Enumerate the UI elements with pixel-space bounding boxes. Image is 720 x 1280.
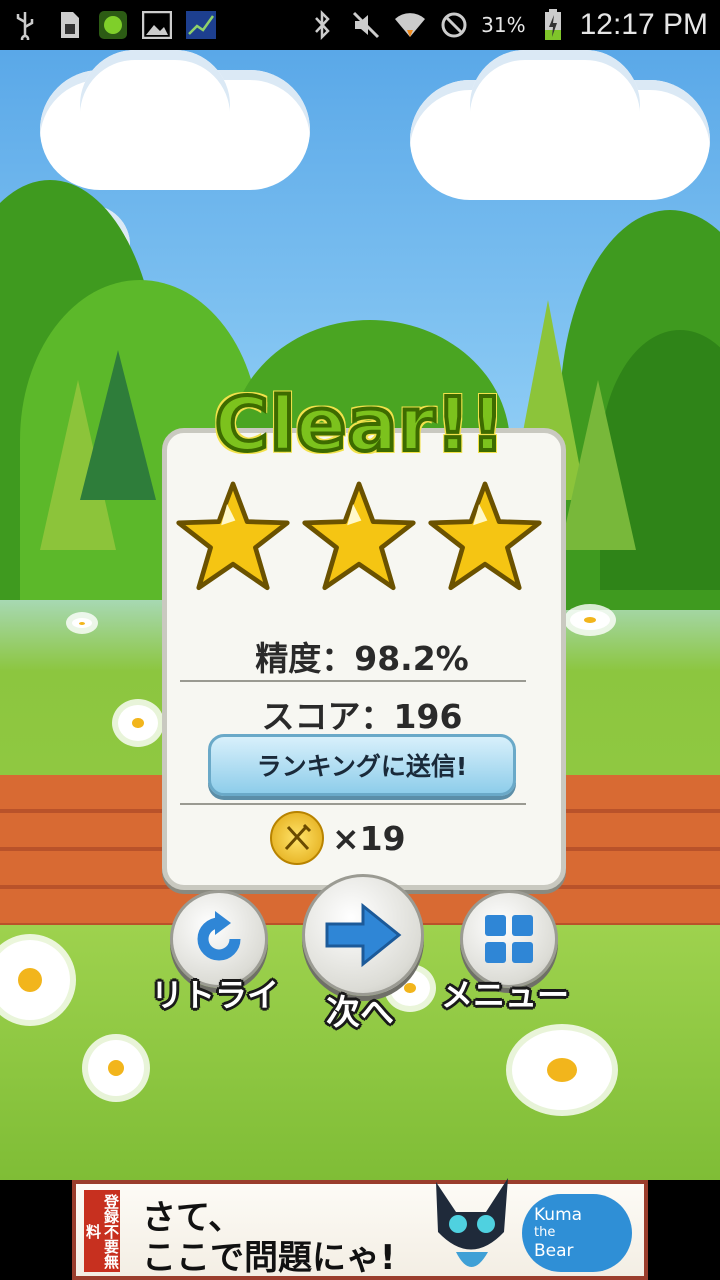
cloud [80,50,230,160]
ad-line-2: ここで問題にゃ! [142,1238,396,1278]
ad-logo-line: Kuma [534,1205,583,1225]
coin-count: ×19 [332,818,406,858]
cloud [470,50,640,160]
usb-icon [8,10,42,40]
daisy-flower [72,618,92,628]
ad-free-badge: 登録不要無料 [84,1190,120,1272]
star-icon [302,481,416,591]
ad-logo-line: Bear [534,1241,574,1261]
retry-label[interactable]: リトライ [150,970,280,1016]
battery-charging-icon [536,9,570,40]
ad-banner[interactable]: 登録不要無料 さて、 ここで問題にゃ! Kuma the Bear [72,1178,648,1280]
wifi-icon [393,10,427,40]
retry-icon [197,911,241,961]
star-icon [428,481,542,591]
no-sim-icon [437,10,471,40]
divider [180,680,526,682]
image-icon [140,10,174,40]
coin-counter: ×19 [270,810,406,866]
pine-tree [560,380,636,550]
app-notification-icon [96,10,130,40]
daisy-flower [118,705,158,741]
cat-character-icon [436,1178,508,1267]
kuma-the-bear-logo: Kuma the Bear [522,1194,632,1272]
pine-tree [80,350,156,500]
daisy-flower [512,1030,612,1110]
sd-card-icon [52,10,86,40]
battery-percent: 31% [481,13,526,37]
arrow-right-icon [325,902,402,968]
daisy-flower [88,1040,144,1096]
accuracy-text: 精度：98.2% [255,639,469,678]
bluetooth-icon [305,10,339,40]
ad-logo-line: the [534,1225,556,1240]
grid-menu-icon [485,915,533,963]
menu-label[interactable]: メニュー [440,970,570,1016]
daisy-flower [570,610,610,630]
fork-knife-coin-icon [270,811,324,865]
status-bar: 31% 12:17 PM [0,0,720,50]
next-button[interactable] [302,874,424,996]
score-text: スコア：196 [261,697,463,736]
next-label[interactable]: 次へ [300,985,420,1034]
clear-title: Clear!! [213,380,507,470]
clock: 12:17 PM [579,8,708,41]
divider [180,803,526,805]
mute-icon [349,10,383,40]
send-ranking-button[interactable]: ランキングに送信! [208,734,516,796]
star-rating [174,478,544,608]
star-icon [176,481,290,591]
chart-app-icon [184,10,218,40]
